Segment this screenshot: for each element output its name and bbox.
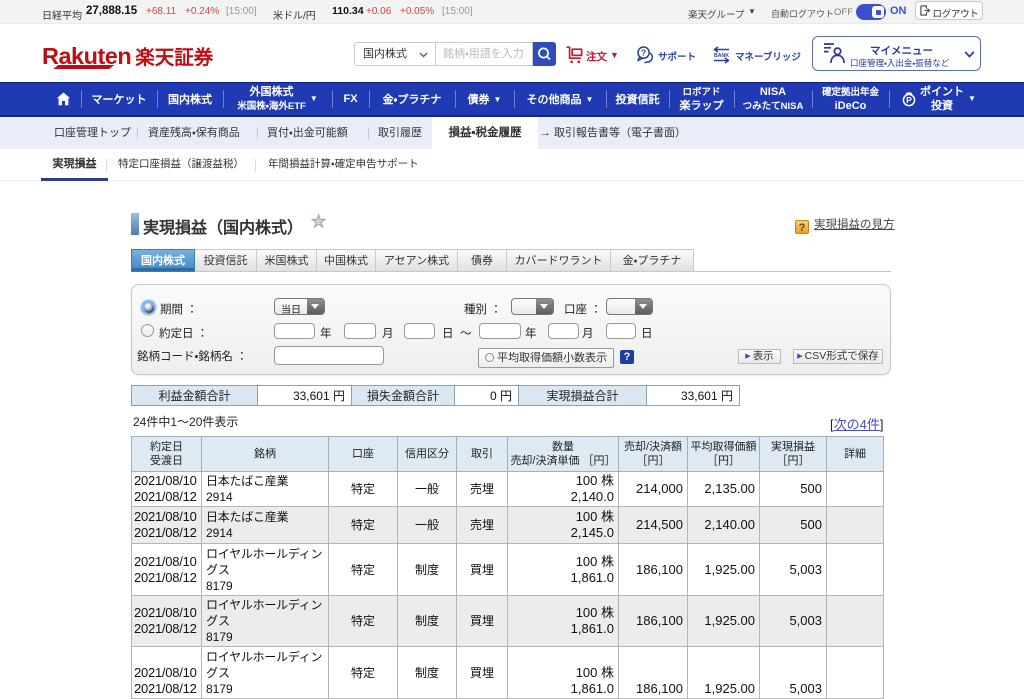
svg-text:?: ? [641, 48, 646, 58]
svg-text:BANK: BANK [714, 53, 729, 59]
svg-text:P: P [906, 95, 912, 105]
